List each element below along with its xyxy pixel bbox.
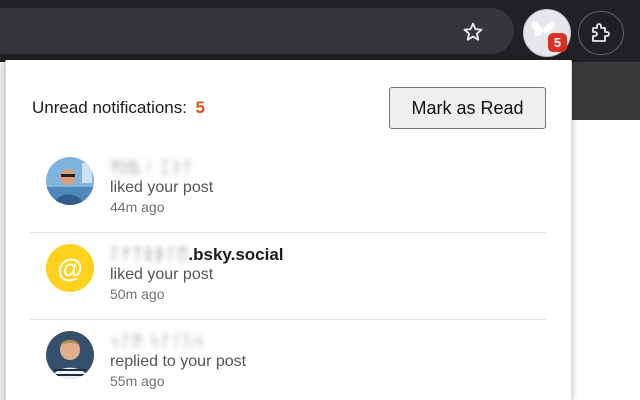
bluesky-extension-button[interactable]: 5 [523, 9, 571, 57]
notification-action: liked your post [110, 266, 214, 283]
bookmark-star-icon[interactable] [456, 15, 490, 49]
author-name[interactable]: ᛡ̃ᛞᚣᛁ ᛈᚱᚨ [110, 157, 213, 178]
author-domain: .bsky.social [188, 245, 284, 264]
obscured-author: ᚴᚠᛏᚱᛒᛚᛖ [110, 245, 189, 264]
notification-item[interactable]: ᛡ̃ᛞᚣᛁ ᛈᚱᚨ liked your post 44m ago [30, 146, 546, 233]
extensions-puzzle-icon[interactable] [578, 11, 624, 55]
address-bar[interactable] [0, 8, 514, 54]
author-name[interactable]: ᛃᚨᛗ ᛋᚨᛚᚢᛋ [110, 331, 246, 352]
unread-summary: Unread notifications: 5 [32, 98, 205, 118]
notification-time: 55m ago [110, 373, 165, 389]
notification-action: replied to your post [110, 353, 247, 370]
notification-item[interactable]: ᛃᚨᛗ ᛋᚨᛚᚢᛋ replied to your post 55m ago [30, 320, 546, 400]
obscured-author: ᛃᚨᛗ ᛋᚨᛚᚢᛋ [110, 332, 206, 351]
avatar[interactable] [46, 157, 94, 205]
browser-toolbar: 5 [0, 0, 640, 62]
author-name[interactable]: ᚴᚠᛏᚱᛒᛚᛖ.bsky.social [110, 244, 284, 265]
notification-text: ᚴᚠᛏᚱᛒᛚᛖ.bsky.social liked your post 50m … [110, 244, 284, 303]
at-sign-icon[interactable]: @ [46, 244, 94, 292]
extension-badge: 5 [548, 33, 567, 52]
notification-text: ᛃᚨᛗ ᛋᚨᛚᚢᛋ replied to your post 55m ago [110, 331, 246, 390]
notification-text: ᛡ̃ᛞᚣᛁ ᛈᚱᚨ liked your post 44m ago [110, 157, 213, 216]
notification-list: ᛡ̃ᛞᚣᛁ ᛈᚱᚨ liked your post 44m ago @ ᚴᚠᛏᚱ… [30, 146, 546, 400]
notification-item[interactable]: @ ᚴᚠᛏᚱᛒᛚᛖ.bsky.social liked your post 50… [30, 233, 546, 320]
page-header-strip [572, 62, 640, 120]
notifications-popup: Unread notifications: 5 Mark as Read ᛡ̃ᛞ… [5, 60, 572, 400]
obscured-author: ᛡ̃ᛞᚣᛁ ᛈᚱᚨ [110, 158, 195, 177]
popup-header: Unread notifications: 5 Mark as Read [32, 86, 546, 130]
page-content [572, 120, 640, 400]
notification-action: liked your post [110, 179, 214, 196]
unread-count: 5 [195, 98, 205, 117]
avatar[interactable] [46, 331, 94, 379]
unread-label: Unread notifications: [32, 98, 187, 117]
mark-as-read-button[interactable]: Mark as Read [389, 87, 546, 129]
notification-time: 50m ago [110, 286, 165, 302]
notification-time: 44m ago [110, 199, 165, 215]
